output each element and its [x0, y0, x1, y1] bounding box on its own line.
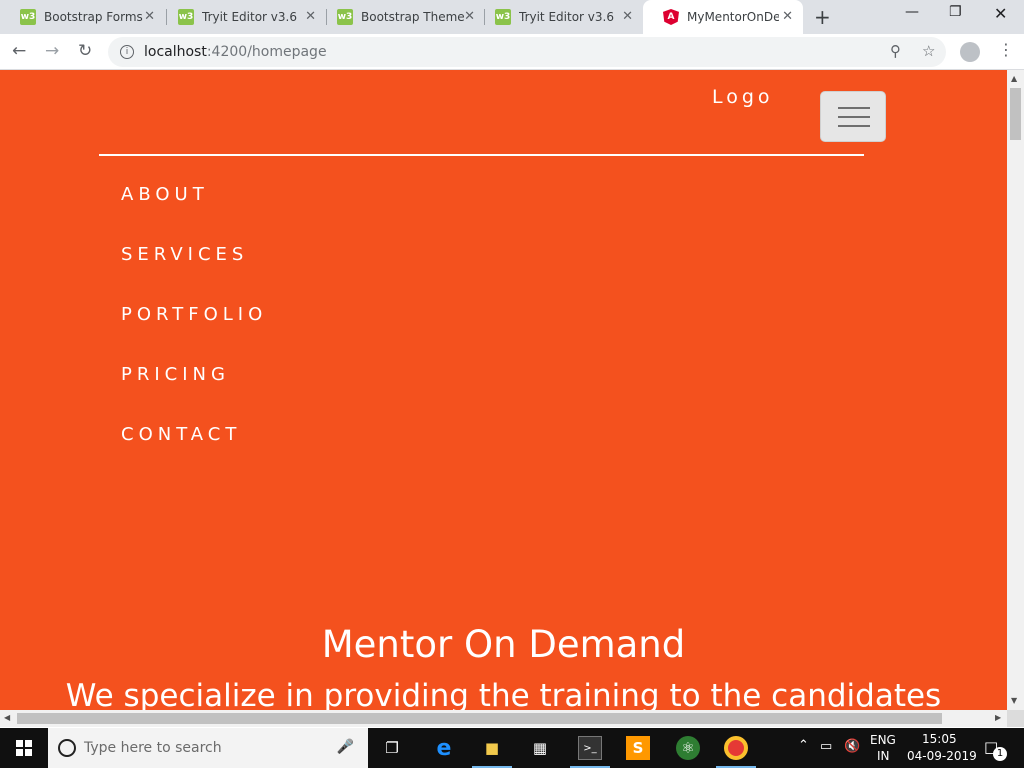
language-indicator[interactable]: ENG	[870, 733, 896, 747]
hero-subtitle: We specialize in providing the training …	[65, 678, 942, 710]
sublime-text-icon[interactable]: S	[626, 736, 650, 760]
minimize-icon[interactable]: —	[905, 4, 919, 20]
nav-divider	[99, 154, 864, 156]
notification-count-badge: 1	[993, 747, 1007, 761]
bookmark-star-icon[interactable]: ☆	[922, 42, 935, 60]
browser-tab[interactable]: w3 Bootstrap Theme ✕	[317, 0, 485, 34]
tab-title: Bootstrap Forms	[44, 10, 143, 24]
nav-link-services[interactable]: SERVICES	[121, 244, 248, 265]
w3-icon: w3	[337, 9, 353, 25]
page-viewport: Logo ABOUT SERVICES PORTFOLIO PRICING CO…	[0, 70, 1007, 710]
microphone-icon[interactable]: 🎤	[337, 739, 354, 755]
close-tab-icon[interactable]: ✕	[144, 9, 155, 24]
scrollbar-thumb[interactable]	[1010, 88, 1021, 140]
close-tab-icon[interactable]: ✕	[622, 9, 633, 24]
edge-icon[interactable]: e	[432, 736, 456, 761]
close-tab-icon[interactable]: ✕	[305, 9, 316, 24]
region-indicator[interactable]: IN	[877, 749, 890, 763]
task-view-icon[interactable]: ❐	[380, 736, 404, 760]
scroll-down-icon[interactable]: ▼	[1011, 696, 1017, 705]
store-icon[interactable]: ▦	[528, 736, 552, 760]
volume-muted-icon[interactable]: 🔇	[844, 739, 860, 754]
close-tab-icon[interactable]: ✕	[782, 9, 793, 24]
tab-title: MyMentorOnDem	[687, 10, 779, 24]
horizontal-scrollbar[interactable]: ◀ ▶	[0, 710, 1007, 727]
close-tab-icon[interactable]: ✕	[464, 9, 475, 24]
hamburger-icon	[838, 107, 870, 109]
address-bar[interactable]: i localhost:4200/homepage	[108, 37, 946, 67]
hamburger-icon	[838, 125, 870, 127]
tab-strip: w3 Bootstrap Forms ✕ w3 Tryit Editor v3.…	[0, 0, 1024, 34]
browser-tab-active[interactable]: A MyMentorOnDem ✕	[643, 0, 803, 34]
url-path: :4200/homepage	[206, 44, 327, 60]
profile-avatar[interactable]	[960, 42, 980, 62]
hero-title: Mentor On Demand	[321, 623, 686, 666]
file-explorer-icon[interactable]: ■	[480, 736, 504, 760]
w3-icon: w3	[20, 9, 36, 25]
nav-link-portfolio[interactable]: PORTFOLIO	[121, 304, 267, 325]
restore-icon[interactable]: ❐	[949, 4, 962, 20]
vertical-scrollbar[interactable]: ▲ ▼	[1007, 70, 1024, 710]
chrome-icon[interactable]	[724, 736, 748, 760]
w3-icon: w3	[495, 9, 511, 25]
url-host: localhost	[144, 44, 207, 60]
w3-icon: w3	[178, 9, 194, 25]
info-icon[interactable]: i	[120, 45, 134, 59]
scrollbar-thumb[interactable]	[17, 713, 942, 724]
taskbar-search-box[interactable]: Type here to search 🎤	[48, 728, 368, 768]
terminal-icon[interactable]: >_	[578, 736, 602, 760]
forward-icon[interactable]: →	[45, 41, 59, 61]
atom-icon[interactable]: ⚛	[676, 736, 700, 760]
navbar-toggler-button[interactable]	[820, 91, 886, 142]
browser-tab[interactable]: w3 Tryit Editor v3.6 ✕	[475, 0, 643, 34]
close-window-icon[interactable]: ✕	[994, 4, 1007, 23]
nav-link-pricing[interactable]: PRICING	[121, 364, 230, 385]
browser-toolbar: ← → ↻ i localhost:4200/homepage ⚲ ☆ ⋮	[0, 34, 1024, 70]
nav-link-contact[interactable]: CONTACT	[121, 424, 241, 445]
nav-link-about[interactable]: ABOUT	[121, 184, 209, 205]
cortana-icon	[58, 739, 76, 757]
scroll-right-icon[interactable]: ▶	[995, 713, 1001, 722]
menu-dots-icon[interactable]: ⋮	[998, 40, 1014, 59]
hamburger-icon	[838, 116, 870, 118]
angular-icon: A	[663, 9, 679, 25]
windows-start-icon[interactable]	[16, 740, 32, 756]
zoom-icon[interactable]: ⚲	[890, 42, 901, 60]
new-tab-button[interactable]: +	[814, 5, 831, 29]
tab-title: Tryit Editor v3.6	[202, 10, 297, 24]
search-placeholder: Type here to search	[84, 740, 222, 756]
tab-title: Tryit Editor v3.6	[519, 10, 614, 24]
site-logo[interactable]: Logo	[712, 86, 774, 108]
scrollbar-corner	[1007, 710, 1024, 727]
reload-icon[interactable]: ↻	[78, 41, 92, 61]
scroll-left-icon[interactable]: ◀	[4, 713, 10, 722]
tab-title: Bootstrap Theme	[361, 10, 465, 24]
network-icon[interactable]: ▭	[820, 739, 832, 754]
windows-taskbar: Type here to search 🎤 ❐ e ■ ▦ >_ S ⚛ ⌃ ▭…	[0, 728, 1024, 768]
show-hidden-icons-icon[interactable]: ⌃	[798, 738, 809, 753]
clock-date[interactable]: 04-09-2019	[907, 749, 977, 763]
clock-time[interactable]: 15:05	[922, 732, 957, 746]
back-icon[interactable]: ←	[12, 41, 26, 61]
browser-tab[interactable]: w3 Bootstrap Forms ✕	[0, 0, 165, 34]
browser-tab[interactable]: w3 Tryit Editor v3.6 ✕	[158, 0, 326, 34]
scroll-up-icon[interactable]: ▲	[1011, 74, 1017, 83]
